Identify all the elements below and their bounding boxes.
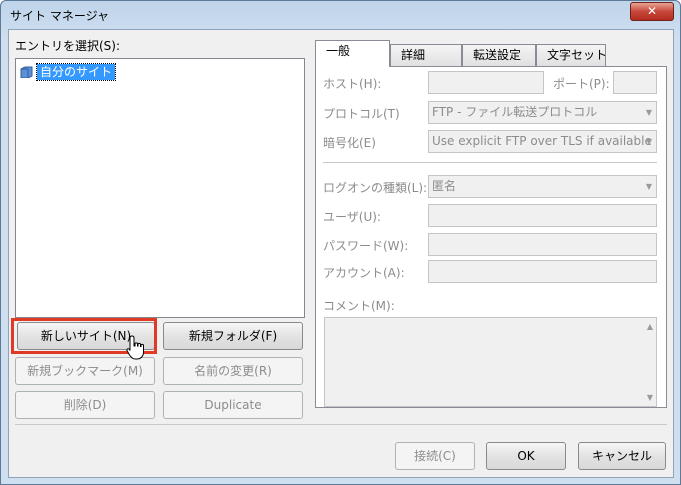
site-tree[interactable]: 自分のサイト: [15, 58, 305, 318]
rename-button[interactable]: 名前の変更(R): [163, 357, 303, 385]
logon-type-select[interactable]: 匿名 ▼: [428, 175, 657, 198]
site-manager-window: サイト マネージャ ✕ エントリを選択(S): 自分のサイト 新しいサイト(N)…: [0, 0, 681, 485]
general-tab-panel: ホスト(H): ポート(P): プロトコル(T) FTP - ファイル転送プロト…: [315, 66, 667, 408]
title-bar: サイト マネージャ ✕: [1, 1, 680, 29]
cancel-button[interactable]: キャンセル: [578, 442, 666, 470]
hand-cursor-icon: [126, 335, 144, 360]
scroll-up-icon[interactable]: ▲: [647, 322, 653, 331]
host-label: ホスト(H):: [323, 77, 382, 91]
account-label: アカウント(A):: [323, 266, 405, 280]
ok-button[interactable]: OK: [486, 442, 566, 470]
tab-advanced[interactable]: 詳細: [390, 44, 462, 66]
duplicate-button[interactable]: Duplicate: [163, 391, 303, 419]
connect-button[interactable]: 接続(C): [395, 442, 475, 470]
chevron-down-icon: ▼: [645, 137, 652, 146]
port-input[interactable]: [613, 71, 657, 94]
chevron-down-icon: ▼: [645, 182, 652, 191]
close-button[interactable]: ✕: [630, 2, 674, 21]
host-input[interactable]: [428, 71, 544, 94]
tab-general[interactable]: 一般: [315, 40, 390, 67]
user-input[interactable]: [428, 204, 657, 227]
new-bookmark-button[interactable]: 新規ブックマーク(M): [15, 357, 155, 385]
password-input[interactable]: [428, 233, 657, 256]
delete-button[interactable]: 削除(D): [15, 391, 155, 419]
tree-item-label: 自分のサイト: [35, 63, 117, 81]
new-folder-button[interactable]: 新規フォルダ(F): [163, 322, 303, 350]
protocol-label: プロトコル(T): [323, 107, 400, 121]
comment-textarea[interactable]: ▲ ▼: [324, 317, 657, 407]
logon-type-label: ログオンの種類(L):: [323, 181, 428, 195]
folder-icon: [20, 66, 33, 78]
port-label: ポート(P):: [553, 77, 610, 91]
entry-select-label: エントリを選択(S):: [15, 39, 121, 53]
scroll-down-icon[interactable]: ▼: [647, 393, 653, 402]
divider: [323, 162, 657, 163]
window-title: サイト マネージャ: [10, 9, 109, 23]
encryption-label: 暗号化(E): [323, 136, 376, 150]
dialog-body: エントリを選択(S): 自分のサイト 新しいサイト(N) 新規フォルダ(F) 新…: [8, 29, 674, 478]
chevron-down-icon: ▼: [645, 108, 652, 117]
tab-transfer-settings[interactable]: 転送設定: [462, 44, 536, 66]
account-input[interactable]: [428, 260, 657, 283]
encryption-select[interactable]: Use explicit FTP over TLS if available ▼: [428, 130, 657, 153]
password-label: パスワード(W):: [323, 239, 409, 253]
bottom-divider: [15, 424, 667, 425]
user-label: ユーザ(U):: [323, 210, 381, 224]
tab-charset[interactable]: 文字セット: [536, 44, 607, 66]
protocol-value: FTP - ファイル転送プロトコル: [432, 105, 598, 119]
protocol-select[interactable]: FTP - ファイル転送プロトコル ▼: [428, 101, 657, 124]
logon-type-value: 匿名: [432, 179, 457, 193]
comment-label: コメント(M):: [323, 299, 395, 313]
encryption-value: Use explicit FTP over TLS if available: [432, 134, 652, 148]
